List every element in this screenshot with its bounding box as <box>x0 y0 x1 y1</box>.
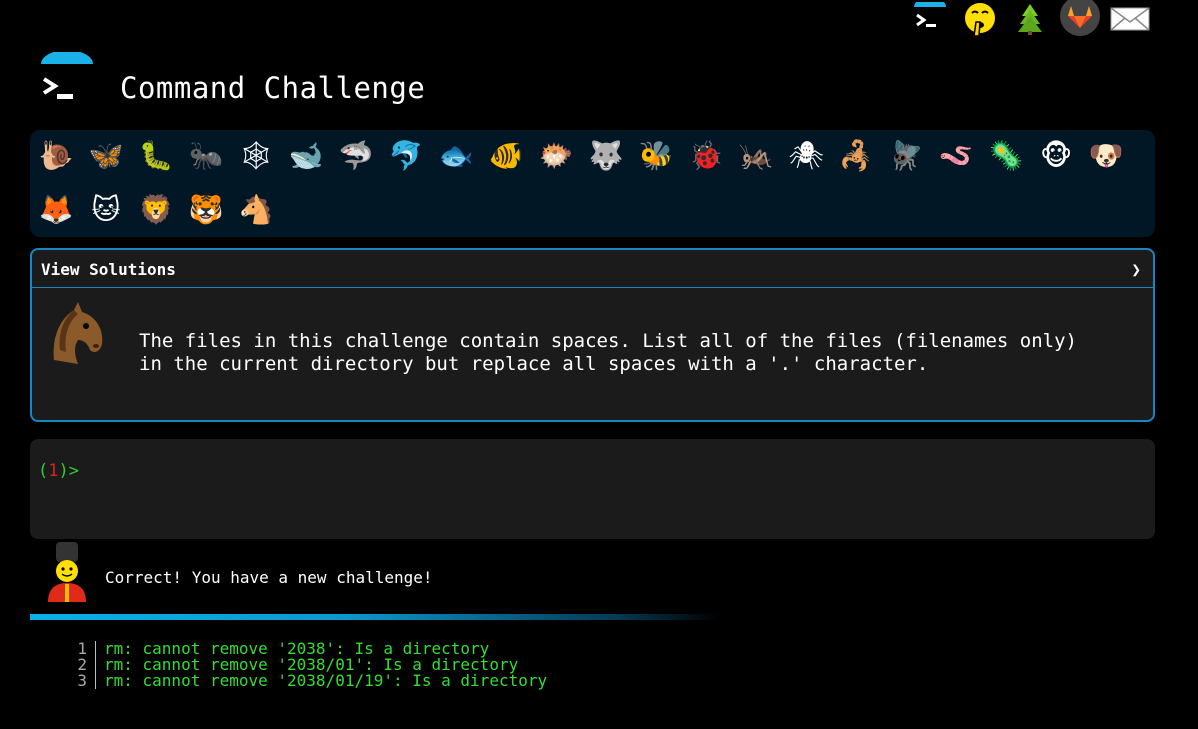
cricket-icon[interactable]: 🦗 <box>734 133 778 177</box>
terminal-input[interactable] <box>76 459 1140 483</box>
shark-icon[interactable]: 🦈 <box>334 133 378 177</box>
tropical-fish-icon[interactable]: 🐠 <box>484 133 528 177</box>
fox-icon[interactable]: 🦊 <box>34 187 78 231</box>
tree-icon[interactable] <box>1008 0 1052 38</box>
ladybug-icon[interactable]: 🐞 <box>684 133 728 177</box>
result-divider <box>30 614 720 620</box>
view-solutions-label: View Solutions <box>41 260 176 279</box>
command-output: 1 rm: cannot remove '2038': Is a director… <box>60 641 547 689</box>
fly-icon[interactable]: 🪰 <box>884 133 928 177</box>
app-logo <box>38 50 96 108</box>
line-text: rm: cannot remove '2038/01/19': Is a dir… <box>104 671 548 690</box>
bee-icon[interactable]: 🐝 <box>634 133 678 177</box>
scorpion-icon[interactable]: 🦂 <box>834 133 878 177</box>
line-number: 3 <box>60 673 96 689</box>
wolf-icon[interactable]: 🐺 <box>584 133 628 177</box>
terminal-prompt: (1)> <box>38 461 79 481</box>
dog-icon[interactable]: 🐶 <box>1084 133 1128 177</box>
chevron-right-icon: ❯ <box>1131 260 1141 279</box>
view-solutions-toggle[interactable]: View Solutions ❯ <box>32 250 1153 288</box>
output-line: 3 rm: cannot remove '2038/01/19': Is a di… <box>60 673 547 689</box>
microbe-icon[interactable]: 🦠 <box>984 133 1028 177</box>
butterfly-icon[interactable]: 🦋 <box>84 133 128 177</box>
cat-icon[interactable]: 🐱 <box>84 187 128 231</box>
page-title: Command Challenge <box>120 71 426 105</box>
terminal-icon[interactable] <box>908 0 952 38</box>
lion-icon[interactable]: 🦁 <box>134 187 178 231</box>
monkey-icon[interactable]: 🐵 <box>1034 133 1078 177</box>
shushing-face-icon[interactable] <box>958 0 1002 38</box>
snail-icon[interactable]: 🐌 <box>34 133 78 177</box>
fish-icon[interactable]: 🐟 <box>434 133 478 177</box>
spider-icon[interactable]: 🕷 <box>784 133 828 177</box>
blowfish-icon[interactable]: 🐡 <box>534 133 578 177</box>
result-message: Correct! You have a new challenge! <box>105 568 433 587</box>
prompt-counter: 1 <box>48 461 59 481</box>
challenge-description: The files in this challenge contain spac… <box>139 330 1077 375</box>
whale-icon[interactable]: 🐋 <box>284 133 328 177</box>
mail-icon[interactable] <box>1108 0 1152 38</box>
horse-icon <box>44 300 114 370</box>
top-icon-bar <box>908 0 1158 40</box>
caterpillar-icon[interactable]: 🐛 <box>134 133 178 177</box>
challenge-panel: View Solutions ❯ The files in this chall… <box>30 248 1155 422</box>
terminal: (1)> <box>30 439 1155 539</box>
worm-icon[interactable]: 🪱 <box>934 133 978 177</box>
horse-icon[interactable]: 🐴 <box>234 187 278 231</box>
tiger-icon[interactable]: 🐯 <box>184 187 228 231</box>
gitlab-icon[interactable] <box>1058 0 1102 38</box>
dolphin-icon[interactable]: 🐬 <box>384 133 428 177</box>
ant-icon[interactable]: 🐜 <box>184 133 228 177</box>
guard-avatar-icon <box>44 542 90 602</box>
animal-challenge-selector: 🐌 🦋 🐛 🐜 🕸 🐋 🦈 🐬 🐟 🐠 🐡 🐺 🐝 🐞 🦗 🕷 🦂 🪰 🪱 🦠 🐵 🐶 🦊 🐱 🦁 🐯 🐴 <box>30 130 1155 237</box>
spider-web-icon[interactable]: 🕸 <box>234 133 278 177</box>
